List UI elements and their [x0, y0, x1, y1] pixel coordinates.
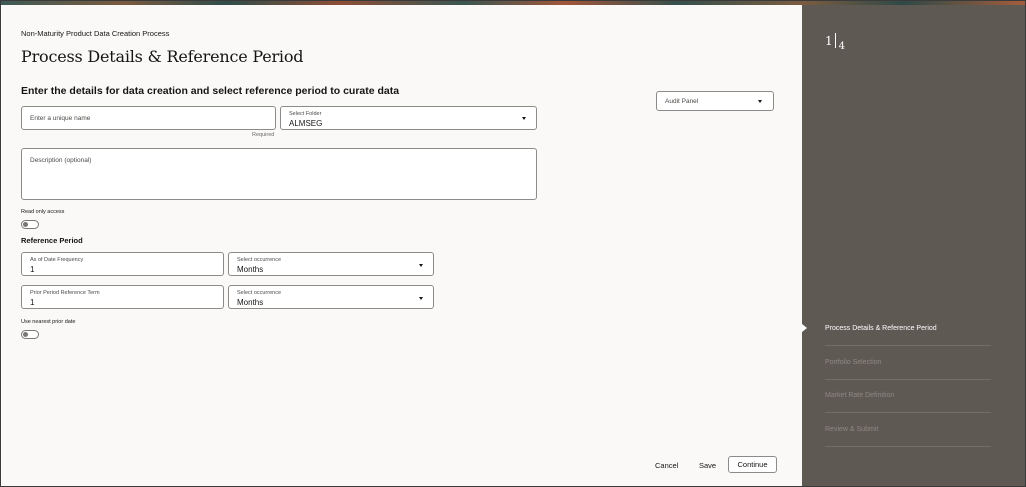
train-step-review-submit[interactable]: Review & Submit: [825, 426, 991, 447]
train-step-label: Process Details & Reference Period: [825, 325, 937, 332]
read-only-label: Read only access: [21, 209, 65, 215]
description-textarea[interactable]: Description (optional): [21, 148, 537, 200]
page-title: Process Details & Reference Period: [21, 47, 304, 66]
read-only-toggle[interactable]: [21, 220, 39, 229]
folder-select[interactable]: Select Folder ALMSEG: [280, 106, 537, 130]
page-subtitle: Enter the details for data creation and …: [21, 85, 400, 97]
name-required-help: Required: [252, 132, 275, 138]
name-input[interactable]: Enter a unique name: [21, 106, 276, 130]
occurrence-select-2-value: Months: [237, 298, 264, 307]
train-step-label: Portfolio Selection: [825, 359, 882, 366]
folder-select-value: ALMSEG: [289, 119, 323, 128]
step-divider: [825, 345, 991, 346]
chevron-down-icon: [522, 117, 526, 120]
prior-period-reference-term-input[interactable]: Prior Period Reference Term 1: [21, 285, 224, 309]
use-nearest-prior-date-toggle[interactable]: [21, 330, 39, 339]
chevron-down-icon: [758, 100, 762, 103]
step-counter: 14: [825, 33, 845, 52]
name-input-placeholder: Enter a unique name: [30, 115, 91, 122]
chevron-down-icon: [419, 264, 423, 267]
occurrence-select-1-label: Select occurrence: [237, 257, 282, 263]
train-side-panel: [802, 5, 1025, 486]
process-eyebrow: Non-Maturity Product Data Creation Proce…: [21, 29, 170, 38]
continue-button[interactable]: Continue: [728, 456, 777, 473]
occurrence-select-2-label: Select occurrence: [237, 290, 282, 296]
audit-panel-placeholder: Audit Panel: [665, 98, 699, 105]
step-divider: [825, 412, 991, 413]
folder-select-label: Select Folder: [289, 111, 322, 117]
train-step-label: Market Rate Definition: [825, 392, 895, 399]
app-window: Non-Maturity Product Data Creation Proce…: [0, 0, 1026, 487]
description-placeholder: Description (optional): [30, 157, 92, 164]
prior-period-reference-term-value: 1: [30, 298, 35, 307]
cancel-button[interactable]: Cancel: [655, 461, 678, 470]
prior-period-reference-term-label: Prior Period Reference Term: [30, 290, 100, 296]
as-of-date-frequency-input[interactable]: As of Date Frequency 1: [21, 252, 224, 276]
main-panel: [2, 5, 802, 486]
step-current: 1: [825, 34, 833, 48]
step-divider: [825, 446, 991, 447]
as-of-date-frequency-value: 1: [30, 265, 35, 274]
step-counter-divider: [834, 33, 836, 48]
chevron-down-icon: [419, 297, 423, 300]
occurrence-select-1-value: Months: [237, 265, 264, 274]
step-total: 4: [838, 41, 846, 52]
train-step-portfolio-selection[interactable]: Portfolio Selection: [825, 359, 991, 380]
reference-period-heading: Reference Period: [21, 236, 83, 245]
train-step-label: Review & Submit: [825, 426, 879, 433]
train-step-process-details[interactable]: Process Details & Reference Period: [825, 325, 991, 346]
as-of-date-frequency-label: As of Date Frequency: [30, 257, 84, 263]
toggle-knob: [23, 222, 28, 227]
occurrence-select-2[interactable]: Select occurrence Months: [228, 285, 434, 309]
train-step-market-rate-definition[interactable]: Market Rate Definition: [825, 392, 991, 413]
toggle-knob: [23, 332, 28, 337]
step-divider: [825, 379, 991, 380]
occurrence-select-1[interactable]: Select occurrence Months: [228, 252, 434, 276]
use-nearest-prior-date-label: Use nearest prior date: [21, 319, 76, 325]
current-step-marker-icon: [802, 324, 807, 332]
audit-panel-select[interactable]: Audit Panel: [656, 91, 774, 111]
save-button[interactable]: Save: [699, 461, 716, 470]
